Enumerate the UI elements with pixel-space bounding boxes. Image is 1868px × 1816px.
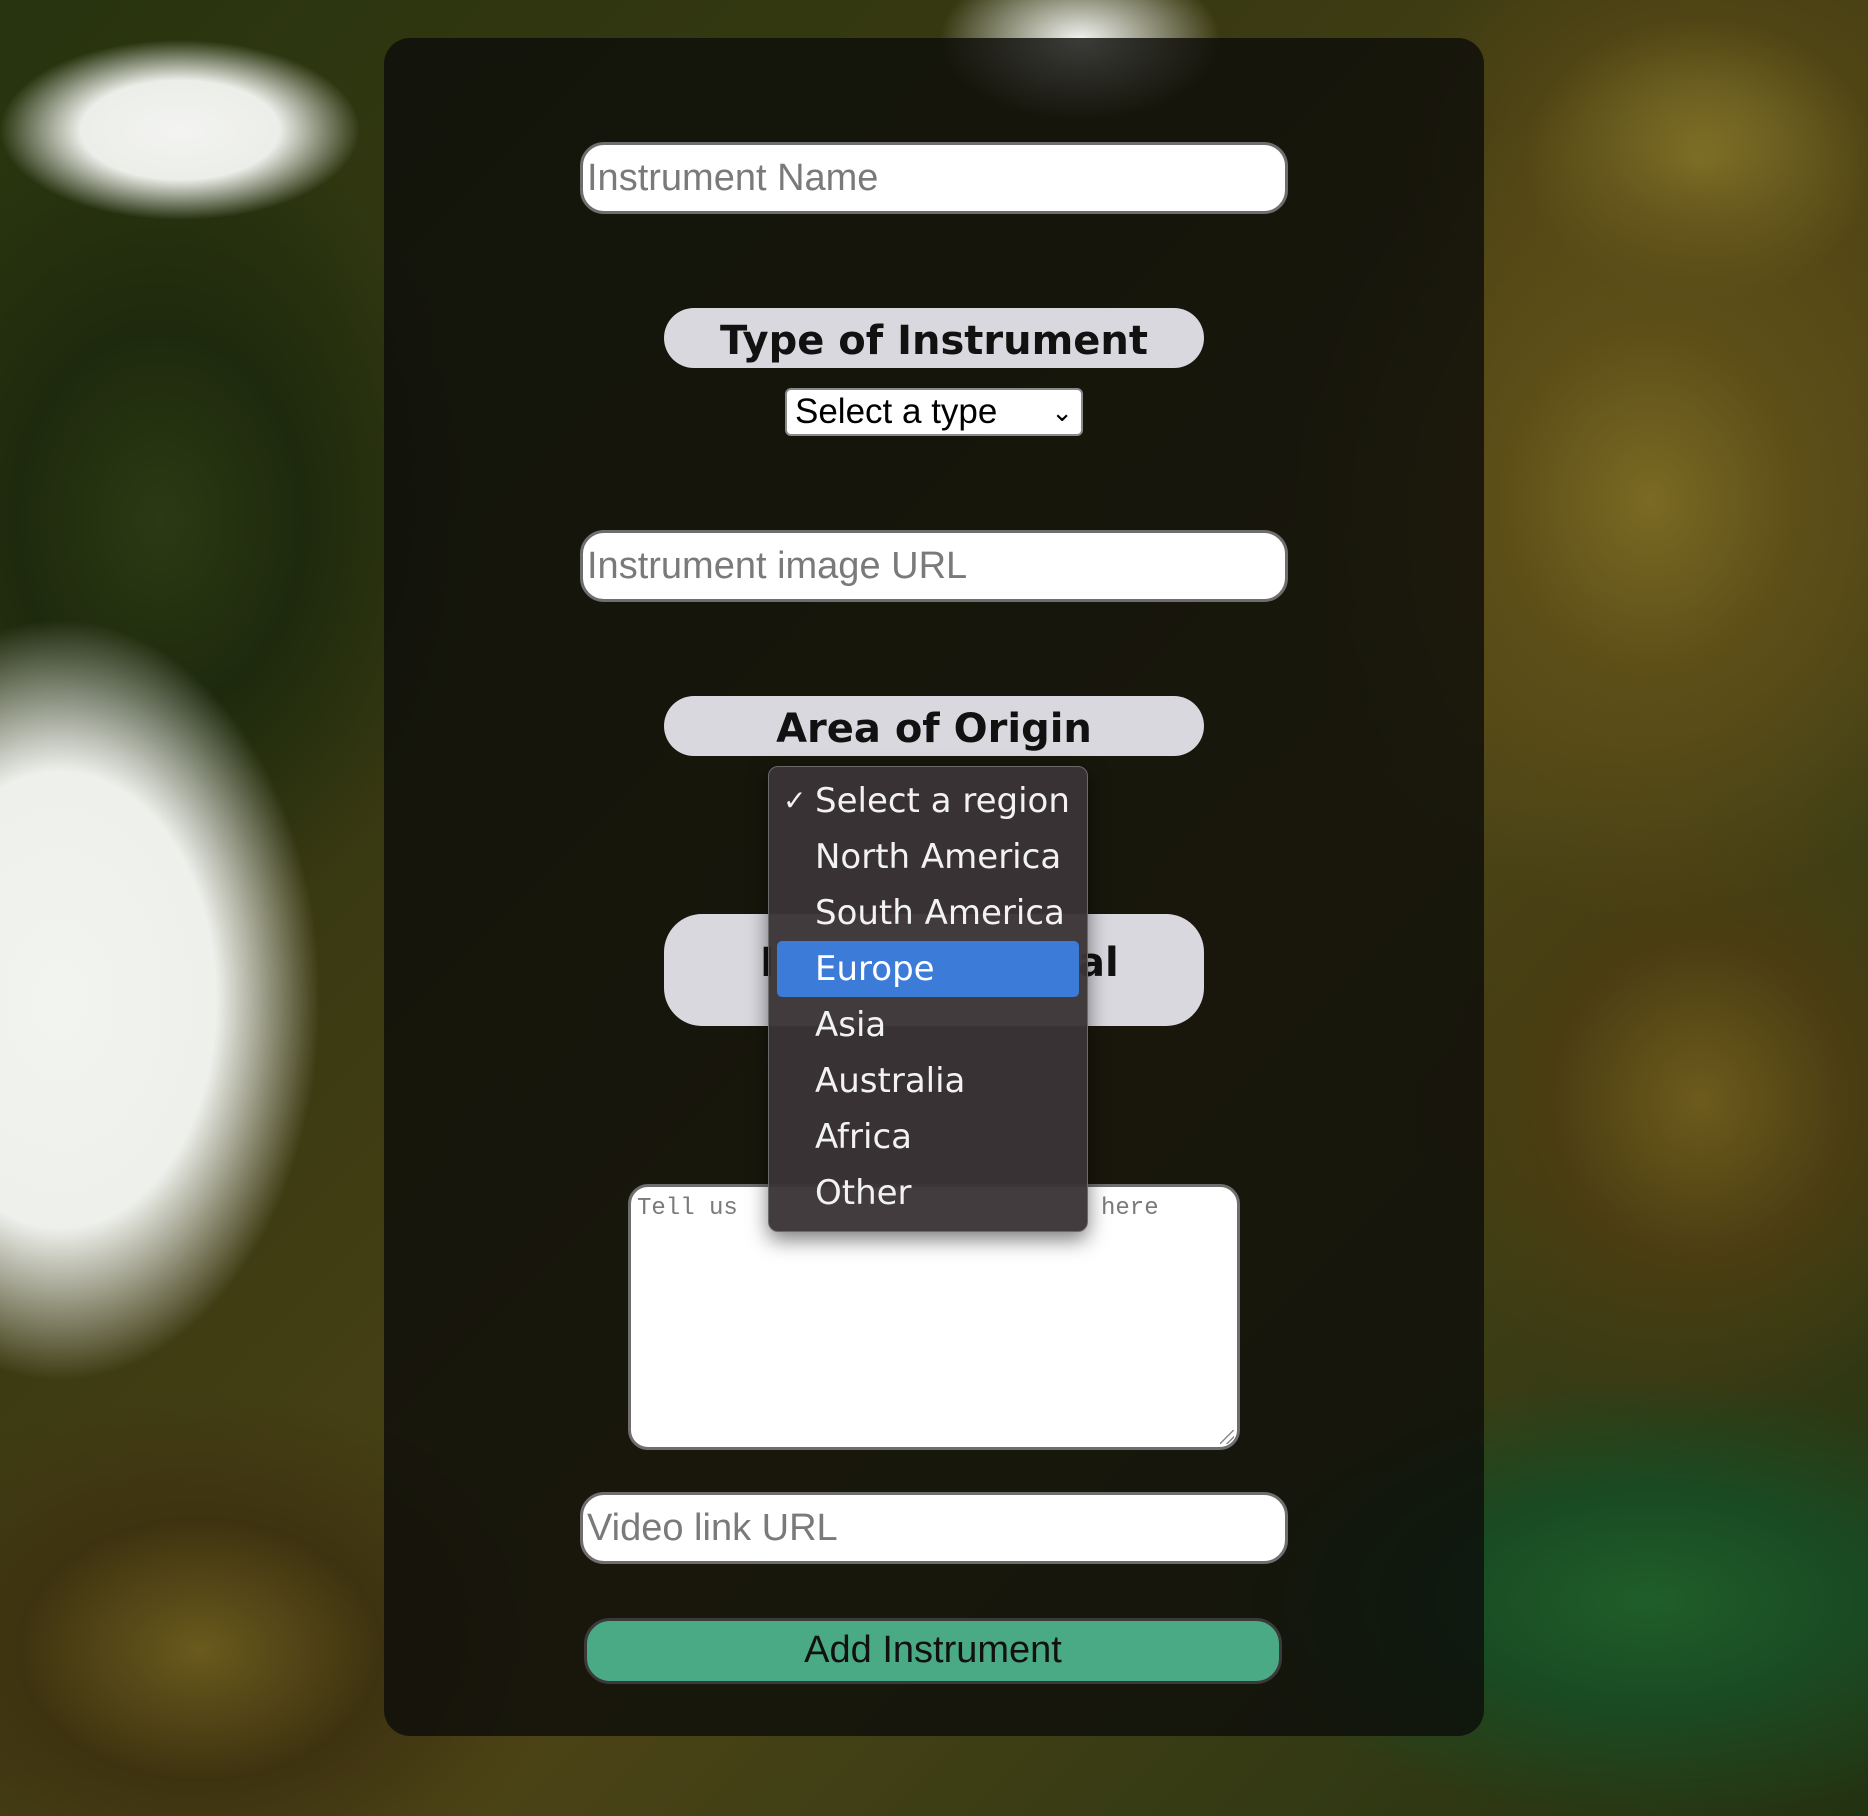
add-instrument-button[interactable]: Add Instrument xyxy=(584,1618,1282,1684)
chevron-down-icon: ⌄ xyxy=(1051,397,1073,427)
region-option-label: Select a region xyxy=(815,781,1070,821)
region-option-label: Australia xyxy=(815,1061,966,1101)
region-option-asia[interactable]: Asia xyxy=(777,997,1079,1053)
resize-grip-icon[interactable] xyxy=(1220,1430,1234,1444)
description-placeholder-left: Tell us xyxy=(637,1195,738,1222)
type-of-instrument-label: Type of Instrument xyxy=(664,308,1204,368)
region-option-south-america[interactable]: South America xyxy=(777,885,1079,941)
region-option-label: South America xyxy=(815,893,1065,933)
region-option-label: Europe xyxy=(815,949,935,989)
region-option-label: Africa xyxy=(815,1117,912,1157)
area-of-origin-label: Area of Origin xyxy=(664,696,1204,756)
region-dropdown-menu[interactable]: ✓ Select a region North America South Am… xyxy=(768,766,1088,1232)
instrument-type-select[interactable]: Select a type ⌄ xyxy=(785,388,1083,436)
instrument-image-url-input[interactable] xyxy=(580,530,1288,602)
region-option-africa[interactable]: Africa xyxy=(777,1109,1079,1165)
instrument-name-input[interactable] xyxy=(580,142,1288,214)
video-link-url-input[interactable] xyxy=(580,1492,1288,1564)
region-option-label: Other xyxy=(815,1173,912,1213)
region-option-europe[interactable]: Europe xyxy=(777,941,1079,997)
region-option-label: Asia xyxy=(815,1005,887,1045)
region-option-other[interactable]: Other xyxy=(777,1165,1079,1221)
region-option-select-a-region[interactable]: ✓ Select a region xyxy=(777,773,1079,829)
description-placeholder-right: here xyxy=(1101,1195,1159,1222)
region-option-label: North America xyxy=(815,837,1062,877)
checkmark-icon: ✓ xyxy=(783,784,807,817)
region-option-north-america[interactable]: North America xyxy=(777,829,1079,885)
region-option-australia[interactable]: Australia xyxy=(777,1053,1079,1109)
instrument-type-select-value: Select a type xyxy=(795,392,998,431)
